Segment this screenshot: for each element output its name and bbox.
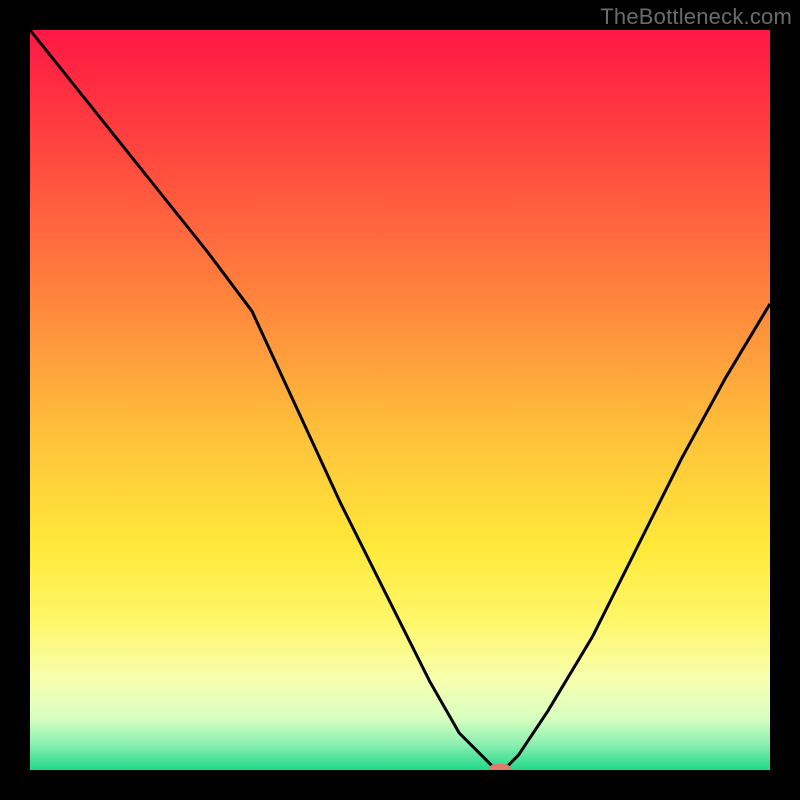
watermark-label: TheBottleneck.com: [600, 4, 792, 30]
optimal-point-marker: [489, 764, 511, 770]
gradient-background: [30, 30, 770, 770]
chart-frame: TheBottleneck.com: [0, 0, 800, 800]
bottleneck-plot: [30, 30, 770, 770]
